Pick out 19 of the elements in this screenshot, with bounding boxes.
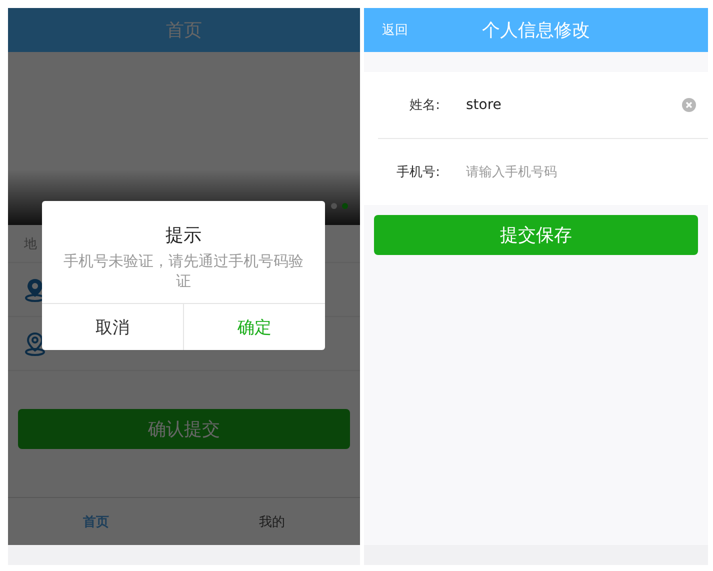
- input-field[interactable]: 请输入手机号码: [466, 164, 708, 180]
- field-label: 手机号:: [396, 164, 440, 181]
- screen-title: 个人信息修改: [482, 19, 590, 42]
- carousel-dot[interactable]: [342, 203, 348, 209]
- confirm-button[interactable]: 确定: [183, 304, 325, 350]
- location-pin-icon: [24, 332, 46, 356]
- field-label: 姓名:: [408, 97, 440, 114]
- back-link[interactable]: 返回: [382, 21, 408, 39]
- tab[interactable]: 我的: [184, 498, 360, 545]
- dialog-title: 提示: [166, 224, 202, 247]
- cancel-button[interactable]: 取消: [42, 304, 183, 350]
- carousel-dot[interactable]: [331, 203, 337, 209]
- clear-icon[interactable]: [682, 98, 696, 112]
- dialog-message: 手机号未验证，请先通过手机号码验证: [62, 251, 304, 292]
- confirm-submit-button[interactable]: 确认提交: [18, 409, 350, 449]
- screen-title: 首页: [166, 19, 202, 42]
- input-field[interactable]: store: [466, 97, 682, 113]
- tab[interactable]: 首页: [8, 498, 184, 545]
- save-button[interactable]: 提交保存: [374, 215, 698, 255]
